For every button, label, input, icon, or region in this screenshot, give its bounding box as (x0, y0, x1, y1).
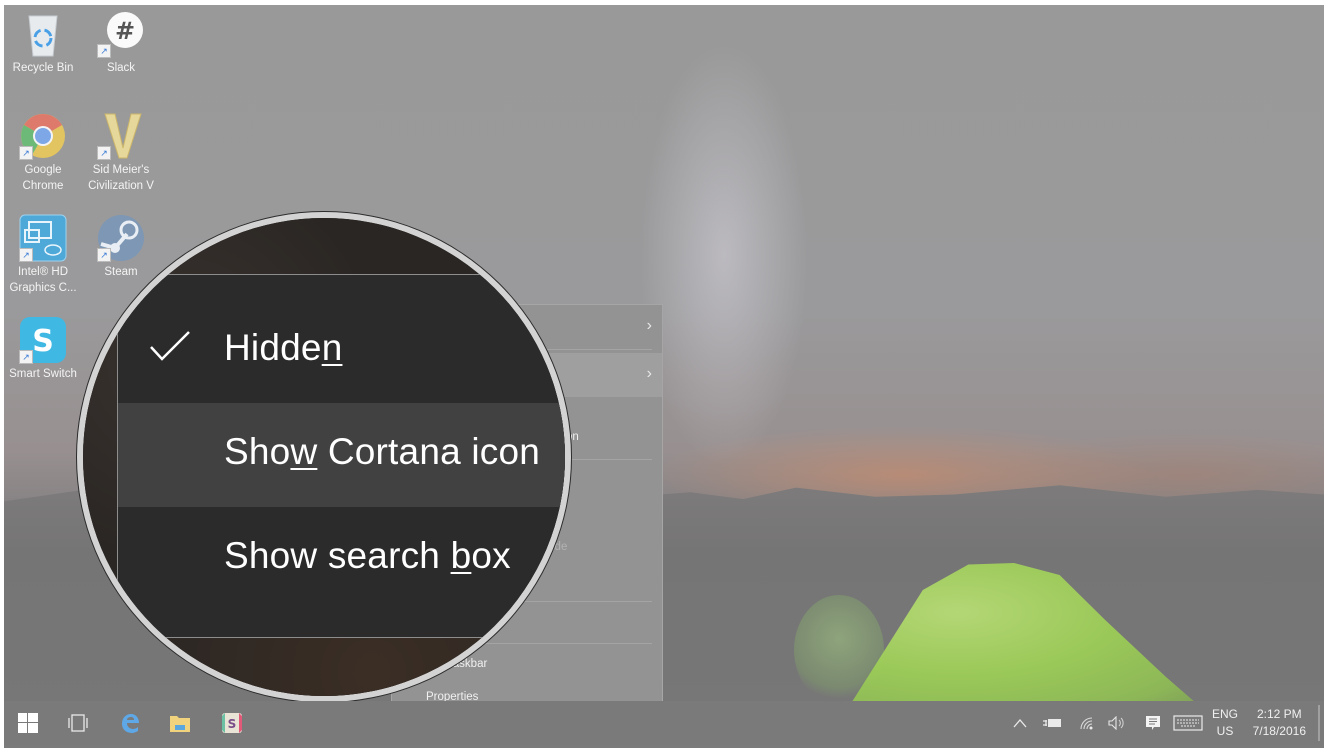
desktop-icon-recycle-bin[interactable]: Recycle Bin (4, 10, 82, 76)
action-center-button[interactable] (1142, 701, 1164, 745)
shortcut-arrow-icon: ↗ (19, 248, 33, 262)
slack-icon: S (222, 713, 242, 733)
slack-icon: # ↗ (97, 10, 145, 58)
folder-icon (170, 716, 190, 732)
taskbar: S ENG US 2:12 PM 7/18/2016 (4, 701, 1324, 745)
edge-button[interactable] (116, 709, 144, 737)
clock-time: 2:12 PM (1256, 707, 1302, 721)
cortana-submenu: Hidden Show Cortana icon Show search box (117, 274, 565, 638)
keyboard-icon (1173, 715, 1203, 731)
show-desktop-button[interactable] (1318, 705, 1320, 741)
shortcut-arrow-icon: ↗ (19, 146, 33, 160)
task-view-button[interactable] (64, 709, 92, 737)
submenu-item-label: Show search box (224, 535, 511, 576)
desktop-icon-label: Sid Meier's Civilization V (88, 164, 154, 192)
desktop-icon-label: Recycle Bin (12, 62, 74, 74)
desktop-icon-intel-graphics[interactable]: ↗ Intel® HD Graphics C... (4, 214, 82, 296)
chevron-up-icon (1013, 719, 1027, 728)
touch-keyboard-button[interactable] (1172, 701, 1204, 745)
civilization-v-icon: ↗ (97, 112, 145, 160)
desktop-icon-label: Slack (106, 62, 136, 74)
shortcut-arrow-icon: ↗ (97, 44, 111, 58)
notification-icon (1146, 716, 1160, 730)
svg-text:S: S (228, 717, 237, 731)
clock-date: 7/18/2016 (1252, 724, 1306, 738)
windows-logo-icon (18, 713, 38, 733)
chrome-icon: ↗ (19, 112, 67, 160)
submenu-item-show-search-box[interactable]: Show search box (118, 507, 565, 611)
desktop-icon-label: Smart Switch (9, 368, 77, 380)
volume-button[interactable] (1106, 701, 1128, 745)
svg-text:S: S (32, 324, 54, 359)
file-explorer-button[interactable] (166, 709, 194, 737)
clock[interactable]: 2:12 PM 7/18/2016 (1253, 706, 1306, 740)
shortcut-arrow-icon: ↗ (97, 146, 111, 160)
battery-charging-icon (1043, 719, 1061, 727)
battery-button[interactable] (1042, 701, 1064, 745)
desktop-icon-label: Google Chrome (22, 164, 64, 192)
input-language-indicator[interactable]: ENG US (1212, 706, 1238, 740)
desktop-icon-google-chrome[interactable]: ↗ Google Chrome (4, 112, 82, 194)
desktop-icon-civilization-v[interactable]: ↗ Sid Meier's Civilization V (82, 112, 160, 194)
magnifier-callout: Hidden Show Cortana icon Show search box (77, 212, 571, 702)
chevron-right-icon: › (646, 365, 652, 382)
show-hidden-icons-button[interactable] (1010, 701, 1030, 745)
speaker-icon (1108, 716, 1124, 730)
desktop-icon-smart-switch[interactable]: S ↗ Smart Switch (4, 316, 82, 382)
slack-taskbar-button[interactable]: S (218, 709, 246, 737)
chevron-right-icon: › (646, 317, 652, 334)
recycle-bin-icon (19, 10, 67, 58)
smart-switch-icon: S ↗ (19, 316, 67, 364)
region-code: US (1216, 724, 1234, 738)
shortcut-arrow-icon: ↗ (19, 350, 33, 364)
network-button[interactable] (1076, 701, 1098, 745)
submenu-item-hidden[interactable]: Hidden (118, 299, 565, 403)
start-button[interactable] (14, 709, 42, 737)
submenu-item-label: Show Cortana icon (224, 431, 541, 472)
intel-graphics-icon: ↗ (19, 214, 67, 262)
checkmark-icon (150, 331, 190, 361)
desktop-icon-label: Intel® HD Graphics C... (9, 266, 77, 294)
desktop-icon-slack[interactable]: # ↗ Slack (82, 10, 160, 76)
svg-text:#: # (115, 17, 135, 45)
wifi-icon (1080, 717, 1093, 730)
submenu-item-show-cortana-icon[interactable]: Show Cortana icon (118, 403, 565, 507)
edge-icon (122, 714, 139, 733)
submenu-item-label: Hidden (224, 327, 343, 368)
task-view-icon (68, 714, 88, 732)
language-code: ENG (1212, 707, 1239, 721)
